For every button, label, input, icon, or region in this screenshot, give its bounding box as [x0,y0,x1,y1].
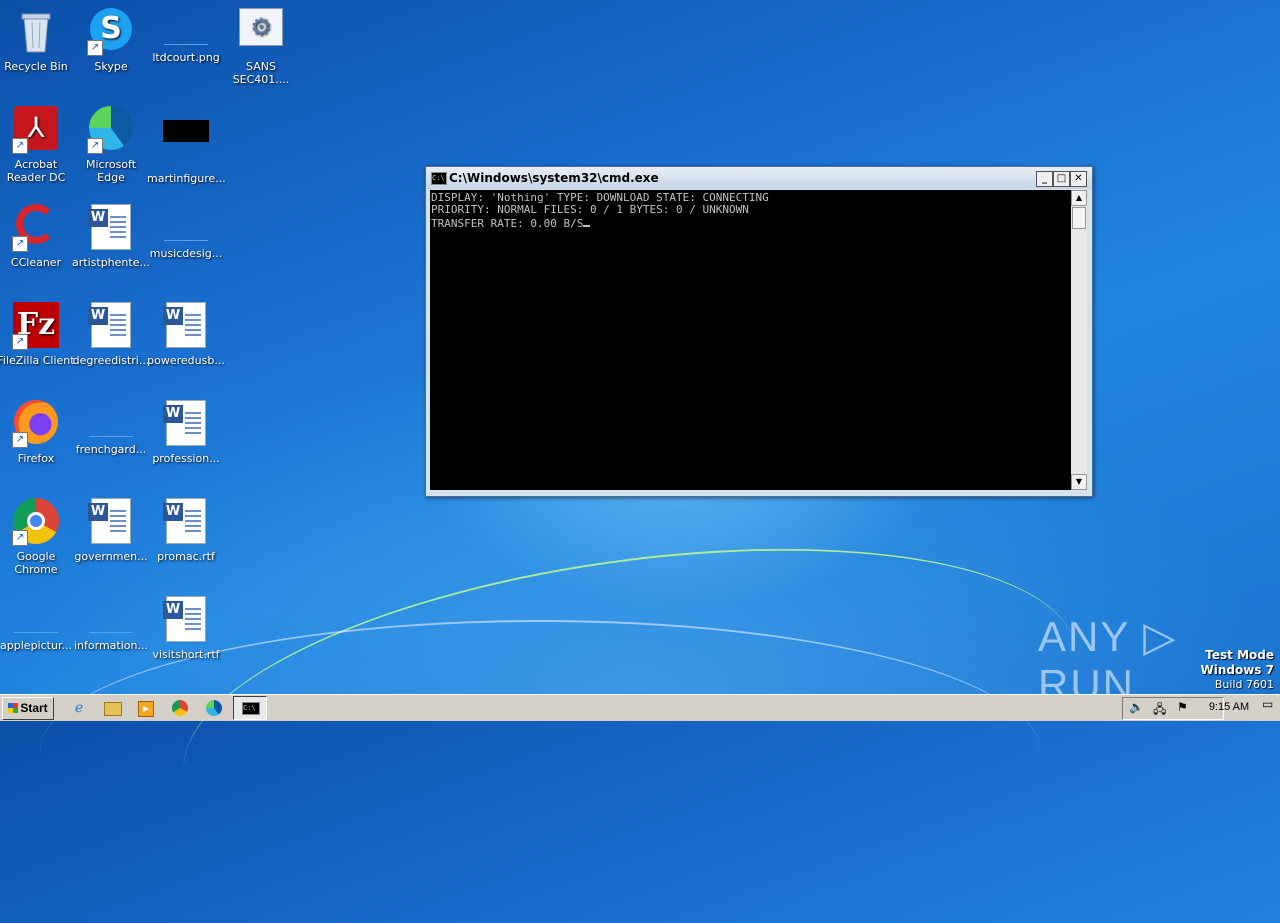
desktop-icon-skype[interactable]: S ↗ Skype [72,2,150,94]
desktop-icon-filezilla[interactable]: Fz ↗ FileZilla Client [0,296,75,388]
text-cursor [583,216,591,227]
desktop-icon-degreedistri[interactable]: W degreedistri... [72,296,150,388]
windows-logo-icon [8,703,19,713]
shortcut-arrow-icon: ↗ [12,138,28,154]
minimize-button[interactable]: _ [1036,171,1053,187]
cmd-window[interactable]: C:\ C:\Windows\system32\cmd.exe _ □ ✕ DI… [425,166,1093,497]
start-button[interactable]: Start [2,697,54,720]
word-document-icon: W [162,498,210,546]
recycle-bin-icon [12,8,60,56]
word-document-icon: W [162,302,210,350]
test-mode-notice: Test Mode Windows 7 Build 7601 [1200,648,1274,691]
window-title: C:\Windows\system32\cmd.exe [449,171,659,185]
desktop-icon-acrobat[interactable]: ⅄ ↗ Acrobat Reader DC [0,100,75,192]
file-thumbnail-icon [164,222,208,241]
cmd-app-icon: C:\ [242,702,260,715]
shortcut-arrow-icon: ↗ [87,40,103,56]
image-thumbnail-icon [164,26,208,45]
acrobat-icon: ⅄ ↗ [12,106,60,154]
desktop-icon-recycle-bin[interactable]: Recycle Bin [0,2,75,94]
internet-explorer-icon[interactable]: ℯ [68,698,90,718]
desktop-icon-martinfigure[interactable]: martinfigure... [147,100,226,192]
edge-taskbar-icon[interactable] [203,698,225,718]
console-line: PRIORITY: NORMAL FILES: 0 / 1 BYTES: 0 /… [431,203,749,216]
word-document-icon: W [162,596,210,644]
maximize-button[interactable]: □ [1053,171,1070,187]
desktop-icon-ccleaner[interactable]: ↗ CCleaner [0,198,75,290]
edge-icon: ↗ [87,106,135,154]
shortcut-arrow-icon: ↗ [12,334,28,350]
word-document-icon: W [162,400,210,448]
desktop-icon-artistphente[interactable]: W artistphente... [72,198,150,290]
desktop-icon-promac[interactable]: W promac.rtf [147,492,225,584]
desktop-icon-musicdesig[interactable]: musicdesig... [147,198,225,290]
image-thumbnail-icon [162,120,210,168]
system-clock[interactable]: 9:15 AM [1198,698,1260,716]
desktop-icon-frenchgard[interactable]: frenchgard... [72,394,150,486]
scroll-down-button[interactable]: ▼ [1071,474,1087,490]
vertical-scrollbar[interactable]: ▲ ▼ [1071,190,1087,490]
file-thumbnail-icon [89,418,133,437]
media-player-icon[interactable]: ▶ [135,698,157,718]
shortcut-arrow-icon: ↗ [12,236,28,252]
scroll-thumb[interactable] [1072,207,1086,229]
ccleaner-icon: ↗ [12,204,60,252]
file-thumbnail-icon [14,614,58,633]
action-center-flag-icon[interactable]: ⚑ [1177,700,1188,714]
volume-icon[interactable]: 🔈 [1129,700,1144,714]
firefox-icon: ↗ [12,400,60,448]
desktop-icon-edge[interactable]: ↗ Microsoft Edge [72,100,150,192]
shortcut-arrow-icon: ↗ [12,432,28,448]
settings-file-icon: ⚙ [237,8,285,56]
filezilla-icon: Fz ↗ [12,302,60,350]
network-icon[interactable]: 🖧 [1153,700,1166,721]
desktop-icon-applepictur[interactable]: applepictur... [0,590,75,682]
console-output[interactable]: DISPLAY: 'Nothing' TYPE: DOWNLOAD STATE:… [430,190,1071,490]
desktop-icon-chrome[interactable]: ↗ Google Chrome [0,492,75,584]
desktop-icon-sans-sec401[interactable]: ⚙ SANS SEC401.... [222,2,300,94]
shortcut-arrow-icon: ↗ [87,138,103,154]
chrome-icon: ↗ [12,498,60,546]
desktop-icon-profession[interactable]: W profession... [147,394,225,486]
cmd-app-icon: C:\ [431,172,447,185]
show-desktop-icon[interactable]: ▭ [1262,697,1276,717]
desktop-icon-poweredusb[interactable]: W poweredusb... [147,296,225,388]
desktop-icon-firefox[interactable]: ↗ Firefox [0,394,75,486]
close-button[interactable]: ✕ [1070,171,1087,187]
word-document-icon: W [87,498,135,546]
file-thumbnail-icon [89,614,133,633]
console-line: TRANSFER RATE: 0.00 B/S [431,216,1071,230]
desktop-icon-governmen[interactable]: W governmen... [72,492,150,584]
skype-icon: S ↗ [87,8,135,56]
word-document-icon: W [87,302,135,350]
scroll-up-button[interactable]: ▲ [1071,190,1087,206]
word-document-icon: W [87,204,135,252]
cmd-taskbar-button[interactable]: C:\ [233,696,267,720]
desktop-icon-visitshort[interactable]: W visitshort.rtf [147,590,225,682]
taskbar: Start ℯ ▶ C:\ 🔈 🖧 ⚑ 9:15 AM ▭ [0,694,1280,721]
chrome-taskbar-icon[interactable] [169,698,191,718]
cmd-titlebar[interactable]: C:\ C:\Windows\system32\cmd.exe _ □ ✕ [426,167,1092,189]
file-explorer-icon[interactable] [102,698,124,718]
desktop-icon-ltdcourt[interactable]: ltdcourt.png [147,2,225,94]
desktop-icon-information[interactable]: information... [72,590,150,682]
shortcut-arrow-icon: ↗ [12,530,28,546]
